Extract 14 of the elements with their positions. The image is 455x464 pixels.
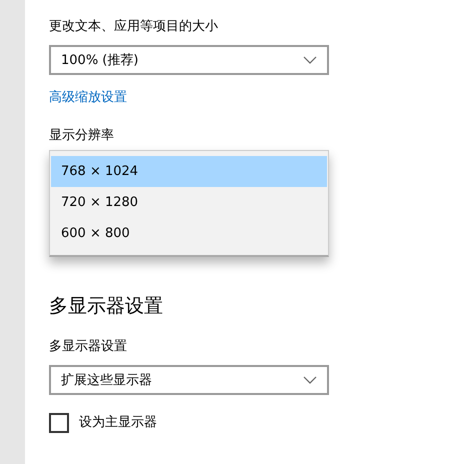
resolution-option[interactable]: 600 × 800 (51, 218, 327, 249)
resolution-option[interactable]: 720 × 1280 (51, 187, 327, 218)
advanced-scaling-link[interactable]: 高级缩放设置 (49, 89, 127, 107)
scale-label: 更改文本、应用等项目的大小 (49, 18, 219, 36)
chevron-down-icon (303, 376, 317, 384)
chevron-down-icon (303, 56, 317, 64)
resolution-label: 显示分辨率 (49, 127, 115, 145)
multi-display-label: 多显示器设置 (49, 338, 128, 356)
multi-display-dropdown[interactable]: 扩展这些显示器 (49, 365, 329, 395)
section-heading: 多显示器设置 (49, 294, 164, 318)
scale-dropdown[interactable]: 100% (推荐) (49, 45, 329, 75)
checkbox[interactable] (49, 413, 69, 433)
resolution-option[interactable]: 768 × 1024 (51, 156, 327, 187)
checkbox-label: 设为主显示器 (79, 414, 157, 432)
